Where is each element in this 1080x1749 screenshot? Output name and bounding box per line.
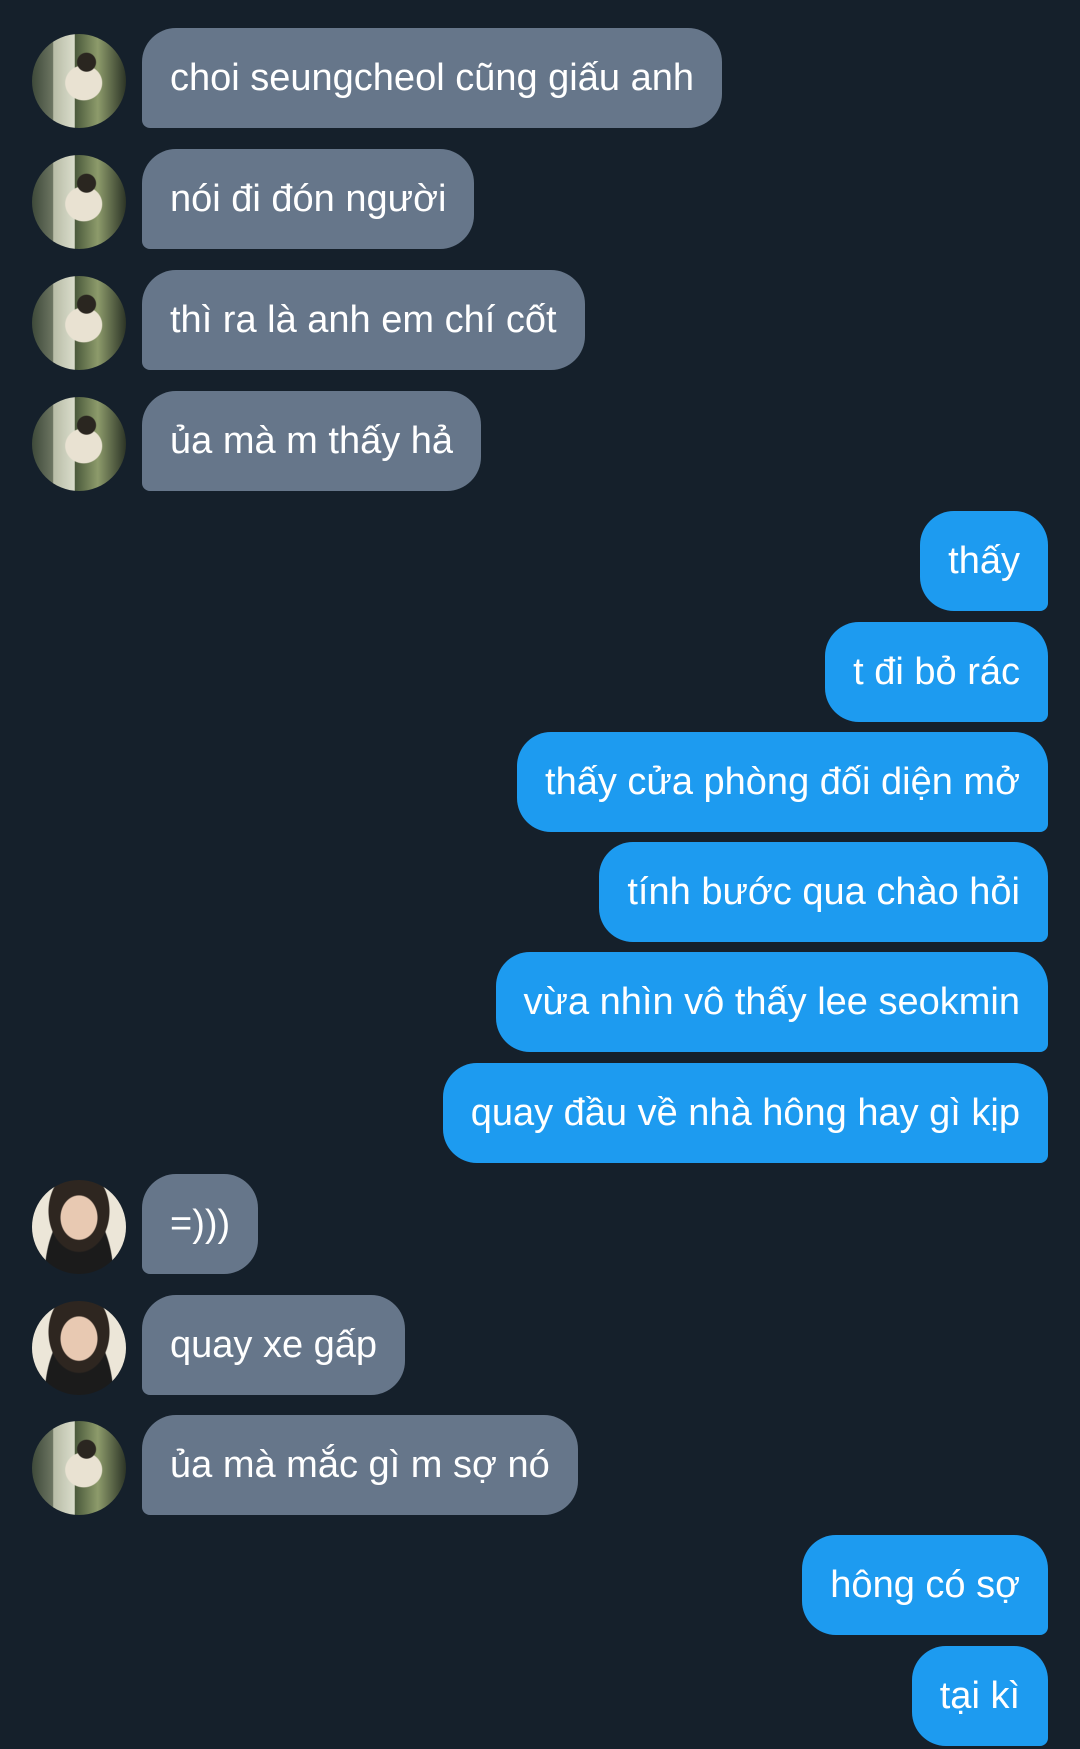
message-bubble-outgoing[interactable]: tính bước qua chào hỏi — [599, 842, 1048, 942]
message-row: thấy — [0, 511, 1080, 611]
avatar[interactable] — [32, 1301, 126, 1395]
message-row: quay xe gấp — [0, 1295, 1080, 1395]
avatar[interactable] — [32, 155, 126, 249]
message-bubble-outgoing[interactable]: t đi bỏ rác — [825, 622, 1048, 722]
chat-thread[interactable]: choi seungcheol cũng giấu anh nói đi đón… — [0, 0, 1080, 1749]
message-row: tính bước qua chào hỏi — [0, 842, 1080, 942]
message-bubble-incoming[interactable]: quay xe gấp — [142, 1295, 406, 1395]
message-row: hông có sợ — [0, 1535, 1080, 1635]
message-row: tại kì — [0, 1646, 1080, 1746]
message-bubble-outgoing[interactable]: hông có sợ — [802, 1535, 1048, 1635]
message-bubble-incoming[interactable]: choi seungcheol cũng giấu anh — [142, 28, 722, 128]
message-bubble-outgoing[interactable]: thấy cửa phòng đối diện mở — [517, 732, 1048, 832]
message-row: quay đầu về nhà hông hay gì kịp — [0, 1063, 1080, 1163]
avatar[interactable] — [32, 276, 126, 370]
message-row: thì ra là anh em chí cốt — [0, 270, 1080, 370]
message-bubble-outgoing[interactable]: vừa nhìn vô thấy lee seokmin — [495, 952, 1048, 1052]
message-row: thấy cửa phòng đối diện mở — [0, 732, 1080, 832]
message-row: ủa mà mắc gì m sợ nó — [0, 1415, 1080, 1515]
message-bubble-outgoing[interactable]: thấy — [920, 511, 1048, 611]
avatar[interactable] — [32, 397, 126, 491]
message-bubble-incoming[interactable]: =))) — [142, 1174, 259, 1274]
message-row: nói đi đón người — [0, 149, 1080, 249]
message-bubble-incoming[interactable]: nói đi đón người — [142, 149, 475, 249]
message-bubble-incoming[interactable]: ủa mà m thấy hả — [142, 391, 482, 491]
avatar[interactable] — [32, 1180, 126, 1274]
message-row: =))) — [0, 1174, 1080, 1274]
message-row: choi seungcheol cũng giấu anh — [0, 28, 1080, 128]
message-row: ủa mà m thấy hả — [0, 391, 1080, 491]
message-row: t đi bỏ rác — [0, 622, 1080, 722]
avatar[interactable] — [32, 1421, 126, 1515]
message-bubble-outgoing[interactable]: quay đầu về nhà hông hay gì kịp — [442, 1063, 1048, 1163]
avatar[interactable] — [32, 34, 126, 128]
message-bubble-incoming[interactable]: thì ra là anh em chí cốt — [142, 270, 585, 370]
message-bubble-outgoing[interactable]: tại kì — [911, 1646, 1048, 1746]
message-row: vừa nhìn vô thấy lee seokmin — [0, 952, 1080, 1052]
message-bubble-incoming[interactable]: ủa mà mắc gì m sợ nó — [142, 1415, 578, 1515]
